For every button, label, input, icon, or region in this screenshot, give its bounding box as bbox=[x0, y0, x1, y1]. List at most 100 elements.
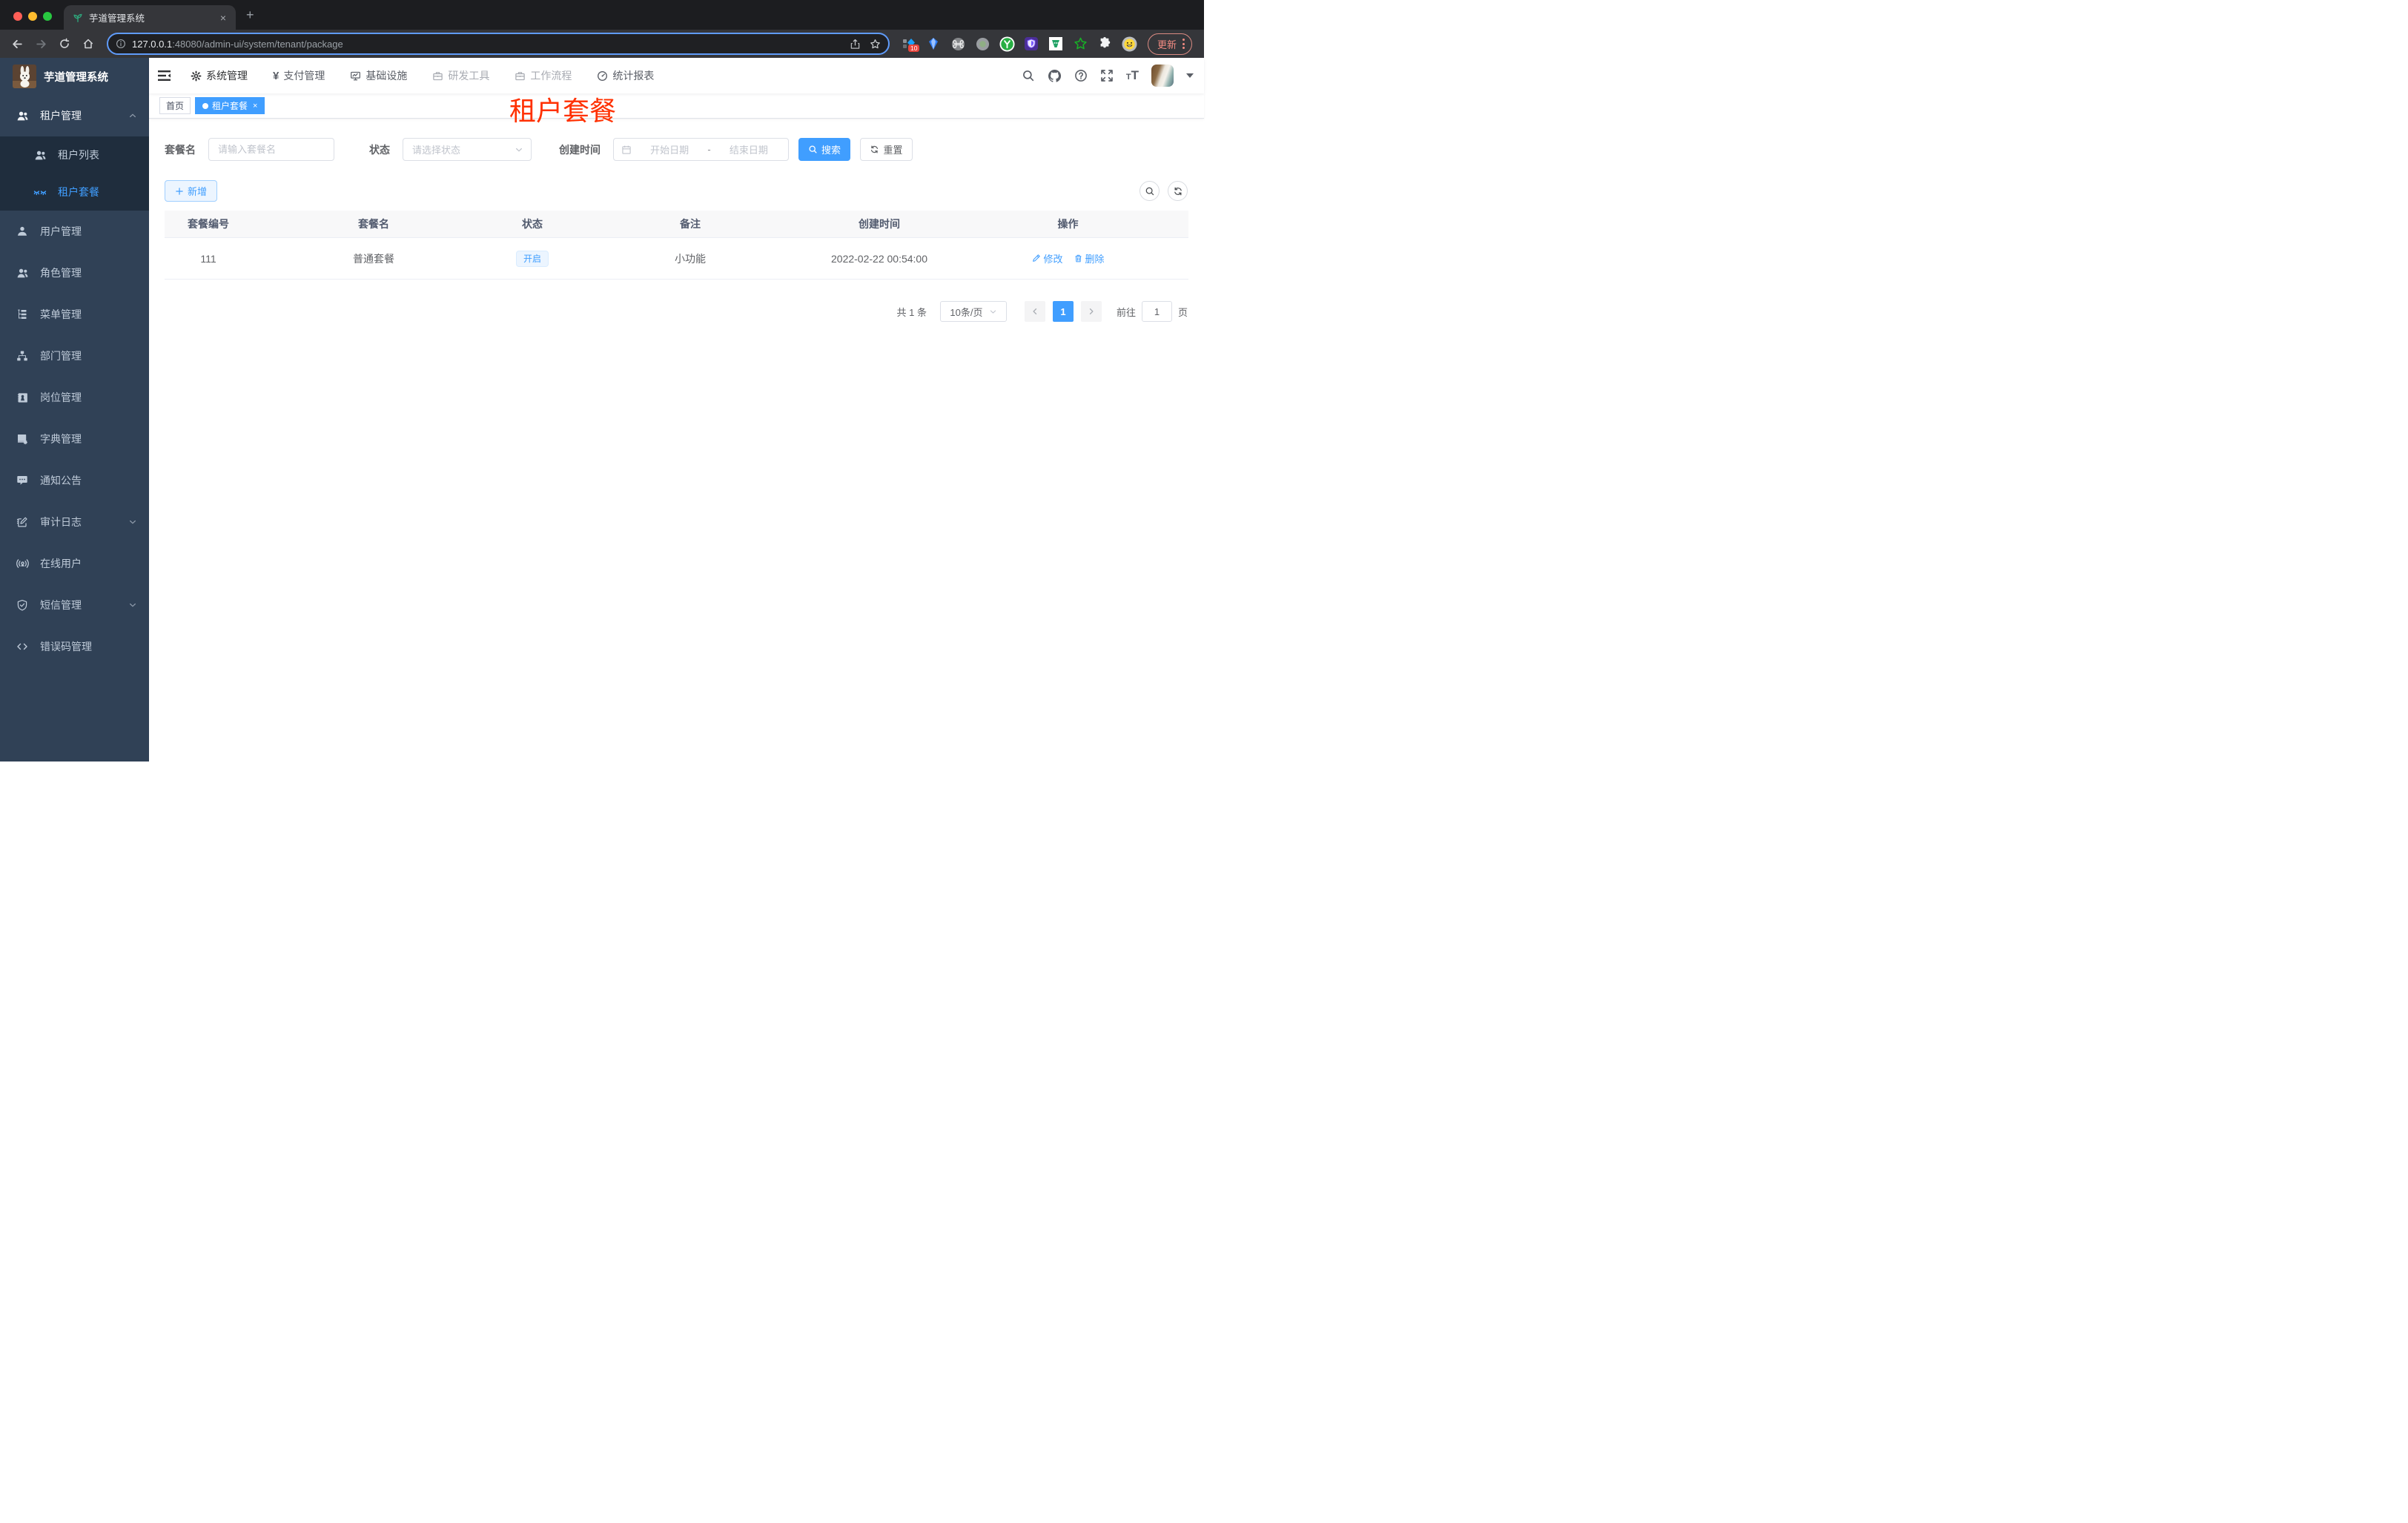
sidebar-item-audit-log[interactable]: 审计日志 bbox=[0, 501, 149, 543]
reset-button[interactable]: 重置 bbox=[860, 138, 913, 161]
table-header-row: 套餐编号 套餐名 状态 备注 创建时间 操作 bbox=[165, 211, 1188, 238]
package-name-input[interactable] bbox=[209, 139, 334, 160]
tab-close-icon[interactable]: × bbox=[216, 11, 230, 24]
sidebar-item-dictionary[interactable]: 字典管理 bbox=[0, 418, 149, 460]
new-tab-button[interactable]: + bbox=[246, 8, 254, 22]
chevron-down-icon bbox=[990, 310, 996, 314]
sidebar-item-notices[interactable]: 通知公告 bbox=[0, 460, 149, 501]
chevron-down-icon bbox=[128, 518, 137, 526]
nav-statistics[interactable]: 统计报表 bbox=[597, 68, 654, 83]
sidebar-item-online-users[interactable]: 在线用户 bbox=[0, 543, 149, 584]
update-label: 更新 bbox=[1157, 39, 1177, 50]
briefcase-icon bbox=[515, 70, 526, 82]
profile-avatar-icon[interactable] bbox=[1122, 36, 1137, 52]
minimize-window-button[interactable] bbox=[28, 12, 37, 21]
caret-down-icon[interactable] bbox=[1186, 73, 1194, 78]
extension-puzzle-icon[interactable] bbox=[1097, 36, 1113, 52]
next-page-button[interactable] bbox=[1080, 301, 1102, 322]
sidebar-item-menus[interactable]: 菜单管理 bbox=[0, 294, 149, 335]
book-gear-icon bbox=[16, 433, 29, 445]
font-size-icon[interactable]: TT bbox=[1126, 68, 1139, 83]
extension-star-icon[interactable] bbox=[1073, 36, 1088, 52]
extension-gem-icon[interactable] bbox=[926, 36, 942, 52]
user-avatar[interactable] bbox=[1151, 65, 1174, 87]
sidebar-item-tenant-package[interactable]: 租户套餐 bbox=[0, 174, 149, 211]
shield-check-icon bbox=[16, 599, 29, 611]
sidebar-item-tenant-package-label: 租户套餐 bbox=[58, 186, 99, 198]
zoom-window-button[interactable] bbox=[43, 12, 52, 21]
extension-y-icon[interactable] bbox=[999, 36, 1015, 52]
status-filter-label: 状态 bbox=[369, 143, 390, 156]
sidebar-group-tenant[interactable]: 租户管理 bbox=[0, 95, 149, 136]
search-button[interactable]: 搜索 bbox=[798, 138, 850, 161]
sidebar-item-label: 通知公告 bbox=[40, 475, 82, 486]
sidebar-item-sms[interactable]: 短信管理 bbox=[0, 584, 149, 626]
header-actions: TT bbox=[1022, 65, 1194, 87]
close-icon[interactable]: × bbox=[253, 102, 257, 110]
briefcase-icon bbox=[432, 70, 443, 82]
goto-page-input[interactable] bbox=[1141, 301, 1172, 322]
yen-icon: ¥ bbox=[273, 69, 280, 82]
nav-system-management[interactable]: 系统管理 bbox=[191, 68, 248, 83]
start-date-placeholder[interactable]: 开始日期 bbox=[638, 142, 701, 156]
total-count: 共 1 条 bbox=[896, 306, 927, 318]
broadcast-icon bbox=[16, 558, 29, 570]
nav-workflow[interactable]: 工作流程 bbox=[515, 68, 572, 83]
collapse-sidebar-icon[interactable] bbox=[158, 70, 174, 82]
tag-home[interactable]: 首页 bbox=[159, 97, 191, 114]
date-range-picker[interactable]: 开始日期 - 结束日期 bbox=[613, 138, 789, 161]
cell-package-id: 111 bbox=[200, 252, 216, 265]
help-icon[interactable] bbox=[1074, 69, 1088, 82]
col-header-created-at: 创建时间 bbox=[859, 218, 900, 230]
nav-dev-tools[interactable]: 研发工具 bbox=[432, 68, 489, 83]
refresh-table-icon[interactable] bbox=[1168, 181, 1188, 201]
delete-link[interactable]: 删除 bbox=[1074, 251, 1105, 265]
extension-chat-icon[interactable] bbox=[1048, 36, 1064, 52]
edit-link[interactable]: 修改 bbox=[1031, 251, 1063, 265]
forward-icon[interactable] bbox=[31, 34, 50, 53]
window-controls bbox=[13, 12, 52, 21]
page-size-select[interactable]: 10条/页 bbox=[939, 301, 1007, 322]
chrome-update-menu[interactable]: 更新 bbox=[1147, 33, 1192, 55]
page-number-1[interactable]: 1 bbox=[1052, 301, 1074, 322]
sidebar-item-posts[interactable]: 岗位管理 bbox=[0, 377, 149, 418]
extension-command-icon[interactable] bbox=[950, 36, 966, 52]
search-icon[interactable] bbox=[1022, 69, 1035, 82]
cell-remark: 小功能 bbox=[675, 252, 706, 265]
close-window-button[interactable] bbox=[13, 12, 22, 21]
share-icon[interactable] bbox=[850, 39, 861, 50]
status-select[interactable]: 请选择状态 bbox=[403, 138, 532, 161]
github-icon[interactable] bbox=[1048, 69, 1062, 83]
content-area: 套餐名 状态 请选择状态 创建时间 开始日期 - 结束日期 bbox=[149, 119, 1204, 280]
add-button[interactable]: 新增 bbox=[165, 180, 217, 202]
users-icon bbox=[16, 267, 29, 280]
browser-tab[interactable]: 芋道管理系统 × bbox=[64, 5, 236, 30]
extension-dot-icon[interactable] bbox=[975, 36, 990, 52]
url-bar[interactable]: 127.0.0.1:48080/admin-ui/system/tenant/p… bbox=[107, 33, 890, 55]
date-filter-label: 创建时间 bbox=[559, 143, 601, 156]
table-toolbar: 新增 bbox=[165, 180, 1188, 202]
back-icon[interactable] bbox=[7, 34, 27, 53]
table-tools bbox=[1140, 181, 1188, 201]
nav-infrastructure[interactable]: 基础设施 bbox=[350, 68, 407, 83]
sidebar-item-error-codes[interactable]: 错误码管理 bbox=[0, 626, 149, 667]
nav-payment-management[interactable]: ¥ 支付管理 bbox=[273, 68, 325, 83]
extension-modheader-icon[interactable]: 10 bbox=[902, 36, 920, 52]
tag-tenant-package[interactable]: 租户套餐 × bbox=[195, 97, 265, 114]
home-icon[interactable] bbox=[79, 34, 98, 53]
sidebar-item-tenant-list[interactable]: 租户列表 bbox=[0, 136, 149, 174]
sidebar-item-users[interactable]: 用户管理 bbox=[0, 211, 149, 252]
site-info-icon[interactable] bbox=[116, 39, 126, 49]
reload-icon[interactable] bbox=[55, 34, 74, 53]
sidebar: 芋道管理系统 租户管理 租户列表 租户套餐 用户管理 角色管理 菜单管理 部门管… bbox=[0, 58, 149, 762]
end-date-placeholder[interactable]: 结束日期 bbox=[717, 142, 781, 156]
extensions-area: 10 更新 bbox=[902, 33, 1192, 55]
sidebar-item-roles[interactable]: 角色管理 bbox=[0, 252, 149, 294]
extension-shield-icon[interactable] bbox=[1024, 36, 1039, 52]
sidebar-item-departments[interactable]: 部门管理 bbox=[0, 335, 149, 377]
bookmark-star-icon[interactable] bbox=[870, 39, 881, 50]
prev-page-button[interactable] bbox=[1024, 301, 1045, 322]
fullscreen-icon[interactable] bbox=[1100, 69, 1114, 82]
pencil-icon bbox=[1033, 254, 1041, 262]
show-search-icon[interactable] bbox=[1140, 181, 1160, 201]
